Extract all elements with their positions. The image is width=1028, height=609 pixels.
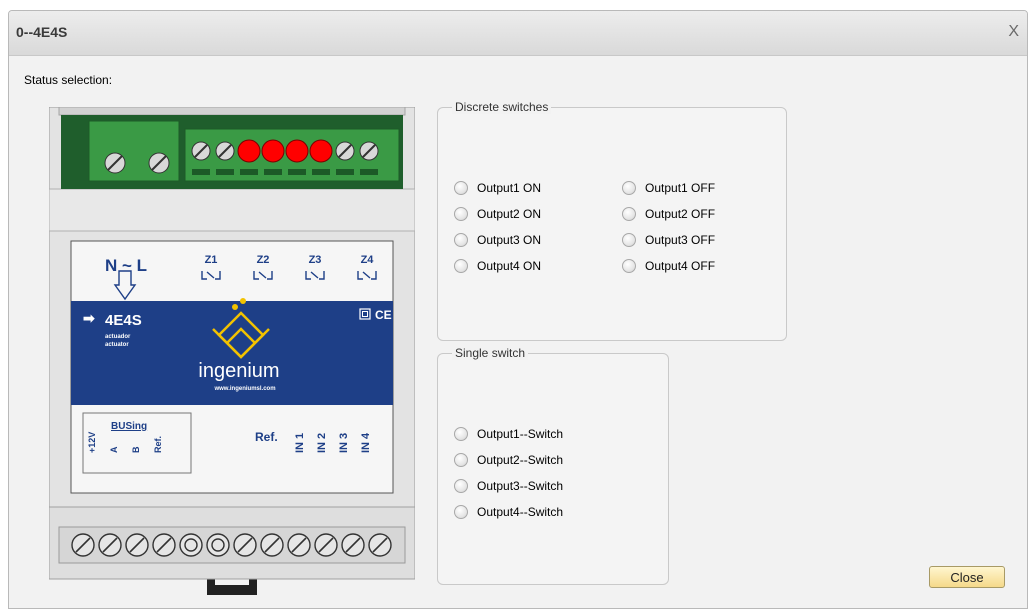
close-icon[interactable]: X xyxy=(1008,23,1019,41)
radio-output3-off[interactable]: Output3 OFF xyxy=(622,233,715,247)
supply-label: N ~ L xyxy=(105,256,147,275)
radio-output2-on[interactable]: Output2 ON xyxy=(454,207,541,221)
radio-button[interactable] xyxy=(454,259,468,273)
subtitle-en: actuator xyxy=(105,342,129,348)
radio-output1-on[interactable]: Output1 ON xyxy=(454,181,541,195)
radio-output1-off[interactable]: Output1 OFF xyxy=(622,181,715,195)
radio-button[interactable] xyxy=(622,181,636,195)
radio-button[interactable] xyxy=(622,259,636,273)
status-dialog: 0--4E4S X Status selection: N ~ L Z1 Z2 … xyxy=(8,10,1028,609)
bottom-terminal-screw xyxy=(179,533,203,557)
title-bar[interactable]: 0--4E4S X xyxy=(9,11,1027,56)
bus-pin-label: B xyxy=(131,446,141,453)
status-selection-label: Status selection: xyxy=(24,73,113,87)
radio-output2-switch[interactable]: Output2--Switch xyxy=(454,453,563,467)
radio-button[interactable] xyxy=(454,233,468,247)
bus-pin-label: +12V xyxy=(87,432,97,453)
subtitle-es: actuador xyxy=(105,334,131,340)
input-label: IN 4 xyxy=(360,432,372,453)
radio-output1-switch[interactable]: Output1--Switch xyxy=(454,427,563,441)
output-led xyxy=(237,139,261,163)
bottom-terminal-screw xyxy=(206,533,230,557)
close-button[interactable]: Close xyxy=(929,566,1005,588)
busing-logo: BUSing xyxy=(111,421,147,432)
radio-button[interactable] xyxy=(454,207,468,221)
ref-label: Ref. xyxy=(255,430,278,444)
radio-button[interactable] xyxy=(622,207,636,221)
zone-label: Z4 xyxy=(361,254,375,266)
single-switch-legend: Single switch xyxy=(452,346,529,360)
brand-url: www.ingeniumsl.com xyxy=(213,386,275,392)
output-led xyxy=(285,139,309,163)
radio-button[interactable] xyxy=(454,181,468,195)
bus-pin-label: A xyxy=(109,446,119,453)
radio-button[interactable] xyxy=(622,233,636,247)
device-illustration: N ~ L Z1 Z2 Z3 Z4 ➡ 4E4S actuador actuator … xyxy=(48,106,416,595)
bus-pin-label: Ref. xyxy=(153,436,163,453)
radio-button[interactable] xyxy=(454,479,468,493)
radio-output3-on[interactable]: Output3 ON xyxy=(454,233,541,247)
output-led xyxy=(309,139,333,163)
radio-output3-switch[interactable]: Output3--Switch xyxy=(454,479,563,493)
zone-label: Z3 xyxy=(309,254,322,266)
ce-mark: CE xyxy=(375,308,392,322)
zone-label: Z1 xyxy=(205,254,218,266)
input-label: IN 3 xyxy=(338,433,350,453)
radio-button[interactable] xyxy=(454,453,468,467)
output-led xyxy=(261,139,285,163)
zone-label: Z2 xyxy=(257,254,270,266)
model-label: 4E4S xyxy=(105,312,142,329)
radio-output4-switch[interactable]: Output4--Switch xyxy=(454,505,563,519)
input-label: IN 2 xyxy=(316,433,328,453)
radio-button[interactable] xyxy=(454,427,468,441)
svg-text:➡: ➡ xyxy=(83,310,95,326)
radio-output2-off[interactable]: Output2 OFF xyxy=(622,207,715,221)
single-switch-group: Single switch Output1--Switch Output2--S… xyxy=(437,346,669,585)
radio-button[interactable] xyxy=(454,505,468,519)
radio-output4-off[interactable]: Output4 OFF xyxy=(622,259,715,273)
input-label: IN 1 xyxy=(294,433,306,453)
dialog-title: 0--4E4S xyxy=(16,24,68,40)
radio-output4-on[interactable]: Output4 ON xyxy=(454,259,541,273)
brand-name: ingenium xyxy=(198,360,279,382)
discrete-switches-legend: Discrete switches xyxy=(452,100,552,114)
discrete-switches-group: Discrete switches Output1 ON Output2 ON … xyxy=(437,100,787,341)
